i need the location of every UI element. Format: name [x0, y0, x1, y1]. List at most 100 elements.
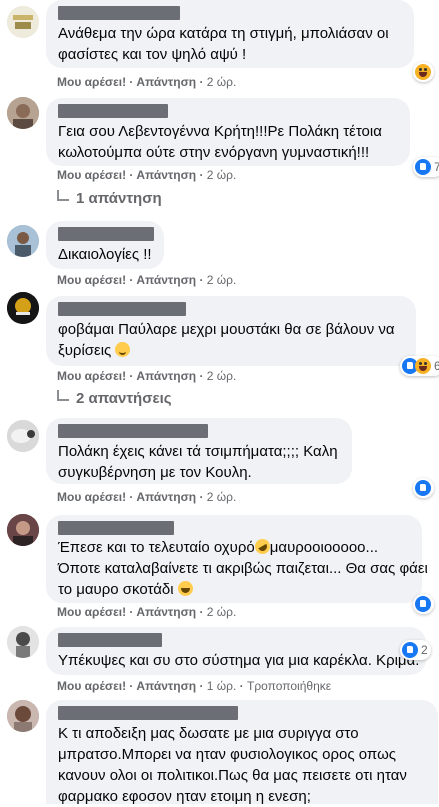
avatar-image: [7, 700, 39, 732]
smile-emoji-icon: [115, 342, 131, 357]
reply-arrow-icon: [57, 390, 69, 401]
like-link[interactable]: Μου αρέσει!: [57, 168, 126, 182]
comment-actions: Μου αρέσει! · Απάντηση · 2 ώρ.: [57, 75, 237, 89]
timestamp[interactable]: 2 ώρ.: [207, 75, 237, 89]
comment-text-line: κανουν ολοι οι πολιτικοι.Πως θα μας πεισ…: [58, 767, 407, 784]
like-reaction-icon: [415, 159, 431, 175]
avatar-image: [7, 225, 39, 257]
author-name-redacted[interactable]: [58, 521, 174, 535]
timestamp[interactable]: 1 ώρ.: [207, 679, 237, 693]
reaction-summary[interactable]: 2: [400, 640, 431, 660]
reaction-summary[interactable]: [413, 62, 434, 82]
author-name-redacted[interactable]: [58, 6, 180, 20]
comment-actions: Μου αρέσει! · Απάντηση · 2 ώρ.: [57, 605, 237, 619]
comment-text-line: φοβάμαι Παύλαρε μεχρι μουστάκι θα σε βάλ…: [58, 321, 395, 338]
avatar[interactable]: [7, 626, 39, 658]
author-name-redacted[interactable]: [58, 424, 208, 438]
comment-actions: Μου αρέσει! · Απάντηση · 2 ώρ.: [57, 490, 237, 504]
timestamp[interactable]: 2 ώρ.: [207, 273, 237, 287]
avatar[interactable]: [7, 97, 39, 129]
avatar-image: [7, 6, 39, 38]
comment-actions: Μου αρέσει! · Απάντηση · 2 ώρ.: [57, 273, 237, 287]
comment-text-line: Πολάκη έχεις κάνει τά τσιμπήματα;;;; Καλ…: [58, 443, 338, 460]
comment-bubble: Δικαιολογίες !!: [46, 221, 164, 269]
like-link[interactable]: Μου αρέσει!: [57, 75, 126, 89]
reply-link[interactable]: Απάντηση: [136, 75, 196, 89]
comment-bubble: Γεια σου Λεβεντογέννα Κρήτη!!!Ρε Πολάκη …: [46, 98, 410, 166]
reaction-count: 6: [434, 359, 439, 373]
reply-link[interactable]: Απάντηση: [136, 679, 196, 693]
reply-arrow-icon: [57, 190, 69, 201]
author-name-redacted[interactable]: [58, 227, 154, 241]
reply-link[interactable]: Απάντηση: [136, 273, 196, 287]
view-replies-link[interactable]: 2 απαντήσεις: [57, 390, 172, 407]
edited-label[interactable]: Τροποποιήθηκε: [247, 679, 331, 693]
timestamp[interactable]: 2 ώρ.: [207, 168, 237, 182]
avatar-image: [7, 420, 39, 452]
comment-text-line: κωλοτούμπα ούτε στην ενόργανη γυμναστική…: [58, 144, 370, 161]
reply-link[interactable]: Απάντηση: [136, 605, 196, 619]
like-reaction-icon: [415, 596, 431, 612]
comment-text-line: ξυρίσεις: [58, 340, 131, 361]
author-name-redacted[interactable]: [58, 104, 168, 118]
comment-text-line: συγκυβέρνηση με τον Κουλη.: [58, 464, 252, 481]
haha-reaction-icon: [415, 64, 431, 80]
comment-text-line: Γεια σου Λεβεντογέννα Κρήτη!!!Ρε Πολάκη …: [58, 123, 382, 140]
author-name-redacted[interactable]: [58, 633, 162, 647]
comment-bubble: Έπεσε και το τελευταίο οχυρό μαυροοιοοοοο…: [46, 515, 428, 603]
timestamp[interactable]: 2 ώρ.: [207, 369, 237, 383]
like-link[interactable]: Μου αρέσει!: [57, 490, 126, 504]
avatar[interactable]: [7, 514, 39, 546]
comment-text-line: το μαυρο σκοτάδι: [58, 579, 193, 600]
like-link[interactable]: Μου αρέσει!: [57, 605, 126, 619]
haha-reaction-icon: [415, 358, 431, 374]
reply-link[interactable]: Απάντηση: [136, 490, 196, 504]
replies-count-label: 1 απάντηση: [76, 190, 162, 207]
reaction-summary[interactable]: [413, 594, 434, 614]
reply-link[interactable]: Απάντηση: [136, 168, 196, 182]
avatar[interactable]: [7, 700, 39, 732]
avatar-image: [7, 97, 39, 129]
author-name-redacted[interactable]: [58, 706, 238, 720]
avatar[interactable]: [7, 225, 39, 257]
reaction-summary[interactable]: [413, 478, 434, 498]
reaction-count: 2: [421, 643, 428, 657]
grinning-squinting-emoji-icon: [177, 581, 193, 596]
comment-text-line: φασίστες και τον ψηλό αψύ !: [58, 46, 247, 63]
comment-bubble: Ανάθεμα την ώρα κατάρα τη στιγμή, μπολιά…: [46, 0, 414, 68]
avatar-image: [7, 626, 39, 658]
comment-text-line: Κ τι αποδειξη μας δωσατε με μια συριγγα …: [58, 725, 359, 742]
avatar[interactable]: [7, 6, 39, 38]
comment-bubble: Κ τι αποδειξη μας δωσατε με μια συριγγα …: [46, 700, 438, 805]
reaction-count: 7: [434, 160, 439, 174]
reaction-summary[interactable]: 6: [400, 356, 439, 376]
avatar-image: [7, 292, 39, 324]
like-reaction-icon: [415, 480, 431, 496]
comment-actions: Μου αρέσει! · Απάντηση · 1 ώρ. · Τροποπο…: [57, 679, 332, 693]
like-link[interactable]: Μου αρέσει!: [57, 273, 126, 287]
comment-text-line: Όποτε καταλαβαίνετε τι ακριβώς παιζεται.…: [58, 560, 428, 577]
comment-text-line: Υπέκυψες και συ στο σύστημα για μια καρέ…: [58, 652, 420, 669]
comment-actions: Μου αρέσει! · Απάντηση · 2 ώρ.: [57, 369, 237, 383]
comment-bubble: Πολάκη έχεις κάνει τά τσιμπήματα;;;; Καλ…: [46, 418, 352, 484]
comment-bubble: Υπέκυψες και συ στο σύστημα για μια καρέ…: [46, 627, 426, 675]
view-replies-link[interactable]: 1 απάντηση: [57, 190, 162, 207]
timestamp[interactable]: 2 ώρ.: [207, 490, 237, 504]
timestamp[interactable]: 2 ώρ.: [207, 605, 237, 619]
like-link[interactable]: Μου αρέσει!: [57, 369, 126, 383]
comment-text-line: Έπεσε και το τελευταίο οχυρό μαυροοιοοοοο…: [58, 536, 378, 558]
comment-bubble: φοβάμαι Παύλαρε μεχρι μουστάκι θα σε βάλ…: [46, 296, 416, 366]
comment-text-line: Δικαιολογίες !!: [58, 246, 152, 263]
reaction-summary[interactable]: 7: [413, 157, 439, 177]
comment-text-line: Ανάθεμα την ώρα κατάρα τη στιγμή, μπολιά…: [58, 25, 389, 42]
avatar[interactable]: [7, 420, 39, 452]
like-link[interactable]: Μου αρέσει!: [57, 679, 126, 693]
avatar[interactable]: [7, 292, 39, 324]
replies-count-label: 2 απαντήσεις: [76, 390, 172, 407]
like-reaction-icon: [402, 642, 418, 658]
comment-actions: Μου αρέσει! · Απάντηση · 2 ώρ.: [57, 168, 237, 182]
author-name-redacted[interactable]: [58, 302, 186, 316]
comment-text-line: μπρατσο.Μπορει να ηταν φυσιολογικος ορος…: [58, 746, 397, 763]
reply-link[interactable]: Απάντηση: [136, 369, 196, 383]
avatar-image: [7, 514, 39, 546]
